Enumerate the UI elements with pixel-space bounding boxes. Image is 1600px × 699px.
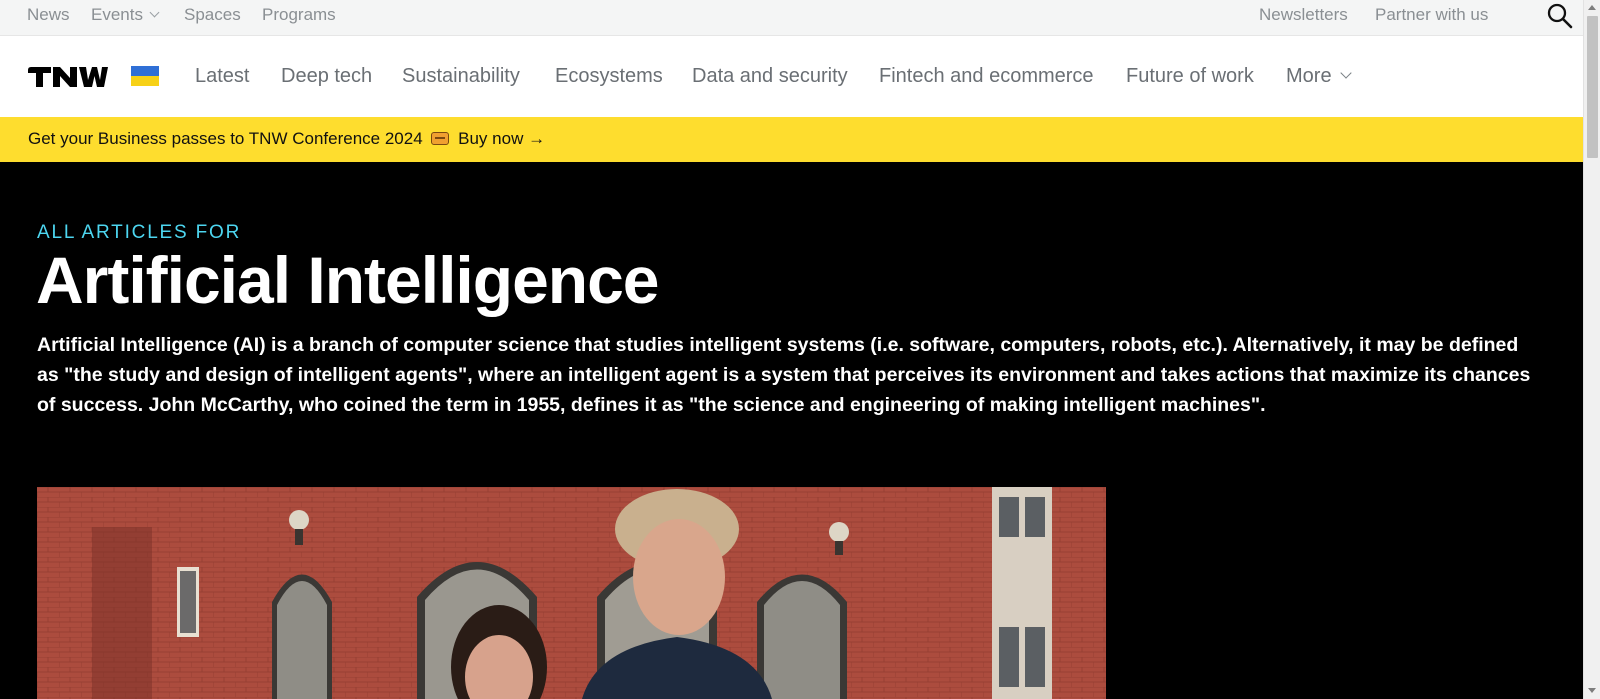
nav-future-of-work[interactable]: Future of work [1126, 65, 1254, 88]
events-link[interactable]: Events [91, 5, 160, 25]
programs-link[interactable]: Programs [262, 5, 336, 25]
chevron-down-icon [149, 7, 160, 18]
featured-photo [37, 487, 1106, 699]
tnw-logo[interactable] [27, 65, 109, 89]
scroll-down-arrow-icon[interactable] [1588, 688, 1596, 693]
promo-message: Get your Business passes to TNW Conferen… [28, 129, 423, 148]
events-label: Events [91, 5, 143, 24]
nav-fintech-and-ecommerce[interactable]: Fintech and ecommerce [879, 65, 1094, 88]
featured-article-image[interactable] [37, 487, 1106, 699]
newsletters-link[interactable]: Newsletters [1259, 5, 1348, 25]
promo-text: Get your Business passes to TNW Conferen… [28, 129, 545, 149]
nav-sustainability[interactable]: Sustainability [402, 65, 520, 88]
section-kicker: ALL ARTICLES FOR [37, 222, 242, 243]
nav-latest[interactable]: Latest [195, 65, 249, 88]
ukraine-flag [131, 66, 159, 86]
utility-bar: News Events Spaces Programs Newsletters … [0, 0, 1583, 36]
promo-banner[interactable]: Get your Business passes to TNW Conferen… [0, 117, 1583, 162]
page: News Events Spaces Programs Newsletters … [0, 0, 1583, 699]
nav-deep-tech[interactable]: Deep tech [281, 65, 372, 88]
page-scrollbar[interactable] [1583, 0, 1600, 699]
news-link[interactable]: News [27, 5, 70, 25]
scroll-up-arrow-icon[interactable] [1588, 5, 1596, 10]
buy-now-link[interactable]: Buy now → [458, 129, 545, 148]
nav-more[interactable]: More [1286, 65, 1352, 88]
category-hero: ALL ARTICLES FOR Artificial Intelligence… [0, 162, 1583, 699]
chevron-down-icon [1339, 67, 1352, 79]
more-label: More [1286, 65, 1332, 87]
page-title: Artificial Intelligence [36, 243, 659, 317]
ticket-icon [431, 132, 450, 145]
search-icon[interactable] [1546, 2, 1574, 30]
nav-data-and-security[interactable]: Data and security [692, 65, 848, 88]
scrollbar-thumb[interactable] [1587, 16, 1598, 158]
spaces-link[interactable]: Spaces [184, 5, 241, 25]
category-description: Artificial Intelligence (AI) is a branch… [37, 334, 1531, 416]
nav-ecosystems[interactable]: Ecosystems [555, 65, 663, 88]
main-navigation: Latest Deep tech Sustainability Ecosyste… [0, 36, 1583, 117]
partner-link[interactable]: Partner with us [1375, 5, 1488, 25]
